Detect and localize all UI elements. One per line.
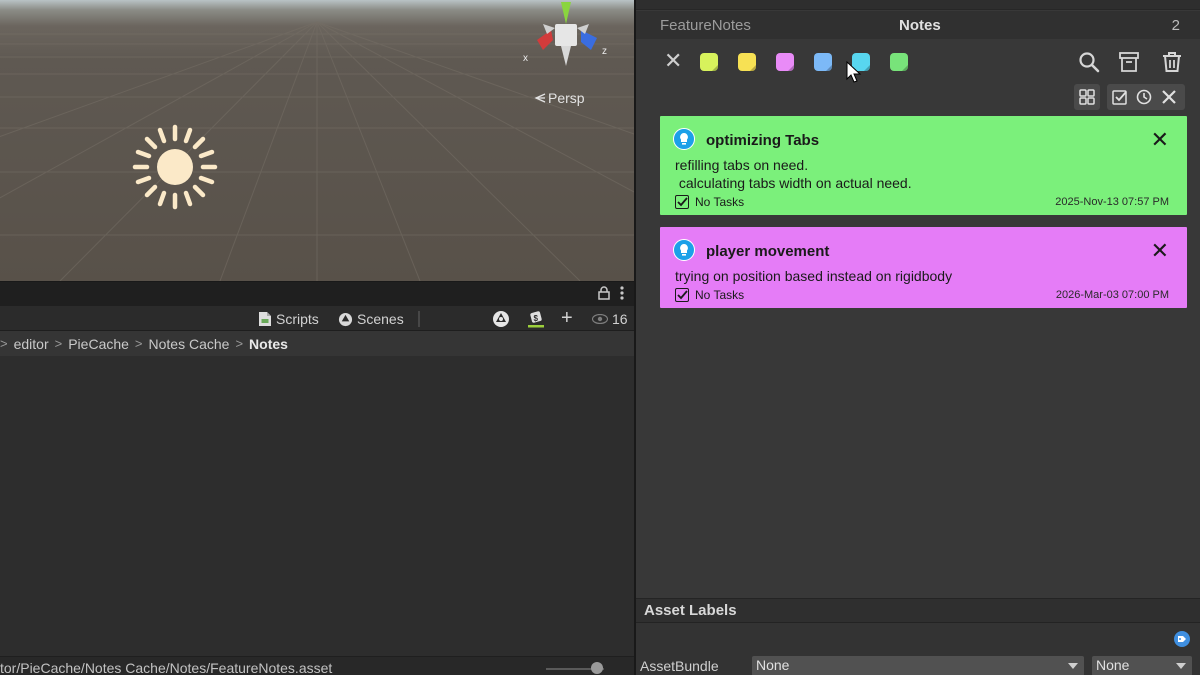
- page-title: Notes: [899, 17, 941, 34]
- axis-x-label: x: [523, 53, 528, 64]
- projection-label: Persp: [548, 90, 585, 106]
- breadcrumb-item[interactable]: PieCache: [68, 336, 129, 352]
- note-tasks[interactable]: No Tasks: [675, 195, 744, 209]
- swatch-yellow[interactable]: [738, 53, 756, 71]
- status-bar: tor/PieCache/Notes Cache/Notes/FeatureNo…: [0, 656, 634, 675]
- asset-store-icon[interactable]: $: [526, 309, 546, 329]
- unity-logo-icon[interactable]: [492, 310, 510, 328]
- scripts-label: Scripts: [276, 311, 319, 327]
- swatch-pink[interactable]: [776, 53, 794, 71]
- svg-text:$: $: [534, 314, 539, 323]
- note-card[interactable]: player movement ✕ trying on position bas…: [660, 227, 1187, 308]
- scripts-filter-button[interactable]: Scripts: [258, 309, 319, 329]
- assetbundle-label: AssetBundle: [640, 658, 719, 674]
- visibility-toggle[interactable]: 16: [592, 309, 628, 329]
- icon-size-slider-thumb[interactable]: [591, 662, 603, 674]
- clock-icon[interactable]: [1136, 89, 1152, 105]
- grid-icon: [1079, 89, 1095, 105]
- lock-icon[interactable]: [598, 286, 610, 300]
- lightbulb-icon: [673, 128, 695, 150]
- breadcrumb-separator-icon: >: [235, 336, 244, 351]
- grid-view-button[interactable]: [1074, 84, 1100, 110]
- breadcrumb-item[interactable]: Notes Cache: [149, 336, 230, 352]
- perspective-icon: [534, 93, 546, 103]
- note-body[interactable]: refilling tabs on need. calculating tabs…: [675, 156, 912, 192]
- swatch-blue[interactable]: [814, 53, 832, 71]
- label-tag-icon[interactable]: [1174, 631, 1190, 647]
- asset-labels-header[interactable]: Asset Labels: [636, 599, 1200, 623]
- project-toolbar: Scripts Scenes $ + 16: [0, 306, 634, 331]
- note-date: 2025-Nov-13 07:57 PM: [1055, 196, 1169, 208]
- swatch-lime[interactable]: [700, 53, 718, 71]
- tasks-checkbox-icon: [675, 195, 689, 209]
- search-icon[interactable]: [1078, 51, 1100, 73]
- orientation-gizmo-icon[interactable]: x z: [515, 0, 615, 72]
- assetbundle-value: None: [756, 657, 790, 673]
- toolbar-separator: [418, 311, 420, 327]
- asset-labels-panel: Asset Labels AssetBundle None None: [636, 598, 1200, 675]
- tasks-label: No Tasks: [695, 195, 745, 209]
- variant-value: None: [1096, 657, 1130, 673]
- chevron-down-icon: [1176, 663, 1186, 669]
- kebab-menu-icon[interactable]: [620, 286, 624, 300]
- breadcrumb-item[interactable]: editor: [14, 336, 49, 352]
- lightbulb-icon: [673, 239, 695, 261]
- scenes-filter-button[interactable]: Scenes: [338, 309, 404, 329]
- tasks-checkbox-icon: [675, 288, 689, 302]
- delete-note-close-icon[interactable]: ✕: [1151, 129, 1169, 151]
- checkbox-filter-icon[interactable]: [1112, 89, 1128, 105]
- projection-toggle[interactable]: Persp: [534, 90, 585, 106]
- eye-icon: [592, 314, 608, 324]
- note-title[interactable]: player movement: [706, 243, 829, 260]
- note-body[interactable]: trying on position based instead on rigi…: [675, 267, 952, 285]
- script-file-icon: [259, 312, 271, 326]
- archive-icon[interactable]: [1118, 51, 1140, 73]
- tasks-label: No Tasks: [695, 288, 745, 302]
- breadcrumb: > editor > PieCache > Notes Cache > Note…: [0, 331, 634, 356]
- clear-color-close-icon[interactable]: ✕: [664, 50, 684, 72]
- asset-name: FeatureNotes: [660, 17, 751, 34]
- assetbundle-select[interactable]: None: [752, 656, 1084, 675]
- clear-filter-close-icon[interactable]: [1161, 89, 1177, 105]
- mouse-cursor-icon: [846, 61, 862, 83]
- breadcrumb-item-current[interactable]: Notes: [249, 336, 288, 352]
- create-plus-icon[interactable]: +: [561, 307, 573, 329]
- directional-light-icon[interactable]: [128, 120, 222, 214]
- scenes-label: Scenes: [357, 311, 404, 327]
- asset-labels-title: Asset Labels: [644, 602, 737, 619]
- asset-path: tor/PieCache/Notes Cache/Notes/FeatureNo…: [0, 660, 333, 675]
- assetbundle-variant-select[interactable]: None: [1092, 656, 1192, 675]
- breadcrumb-separator-icon: >: [0, 336, 8, 351]
- axis-z-label: z: [602, 46, 607, 57]
- note-card[interactable]: optimizing Tabs ✕ refilling tabs on need…: [660, 116, 1187, 215]
- inspector-top-bar: [636, 0, 1200, 10]
- trash-icon[interactable]: [1160, 50, 1184, 74]
- scene-view[interactable]: x z Persp: [0, 0, 634, 281]
- project-panel-header: [0, 281, 634, 306]
- unity-scene-icon: [338, 312, 353, 326]
- filter-button-group: [1107, 84, 1185, 110]
- breadcrumb-separator-icon: >: [54, 336, 63, 351]
- chevron-down-icon: [1068, 663, 1078, 669]
- note-date: 2026-Mar-03 07:00 PM: [1055, 289, 1169, 301]
- visible-count: 16: [612, 311, 628, 327]
- swatch-green[interactable]: [890, 53, 908, 71]
- delete-note-close-icon[interactable]: ✕: [1151, 240, 1169, 262]
- note-tasks[interactable]: No Tasks: [675, 288, 744, 302]
- notes-count: 2: [1171, 17, 1180, 34]
- breadcrumb-separator-icon: >: [134, 336, 143, 351]
- project-content-area[interactable]: [0, 356, 634, 656]
- notes-header: FeatureNotes Notes 2: [636, 11, 1200, 39]
- note-title[interactable]: optimizing Tabs: [706, 132, 819, 149]
- assetbundle-row: AssetBundle None None: [636, 656, 1200, 675]
